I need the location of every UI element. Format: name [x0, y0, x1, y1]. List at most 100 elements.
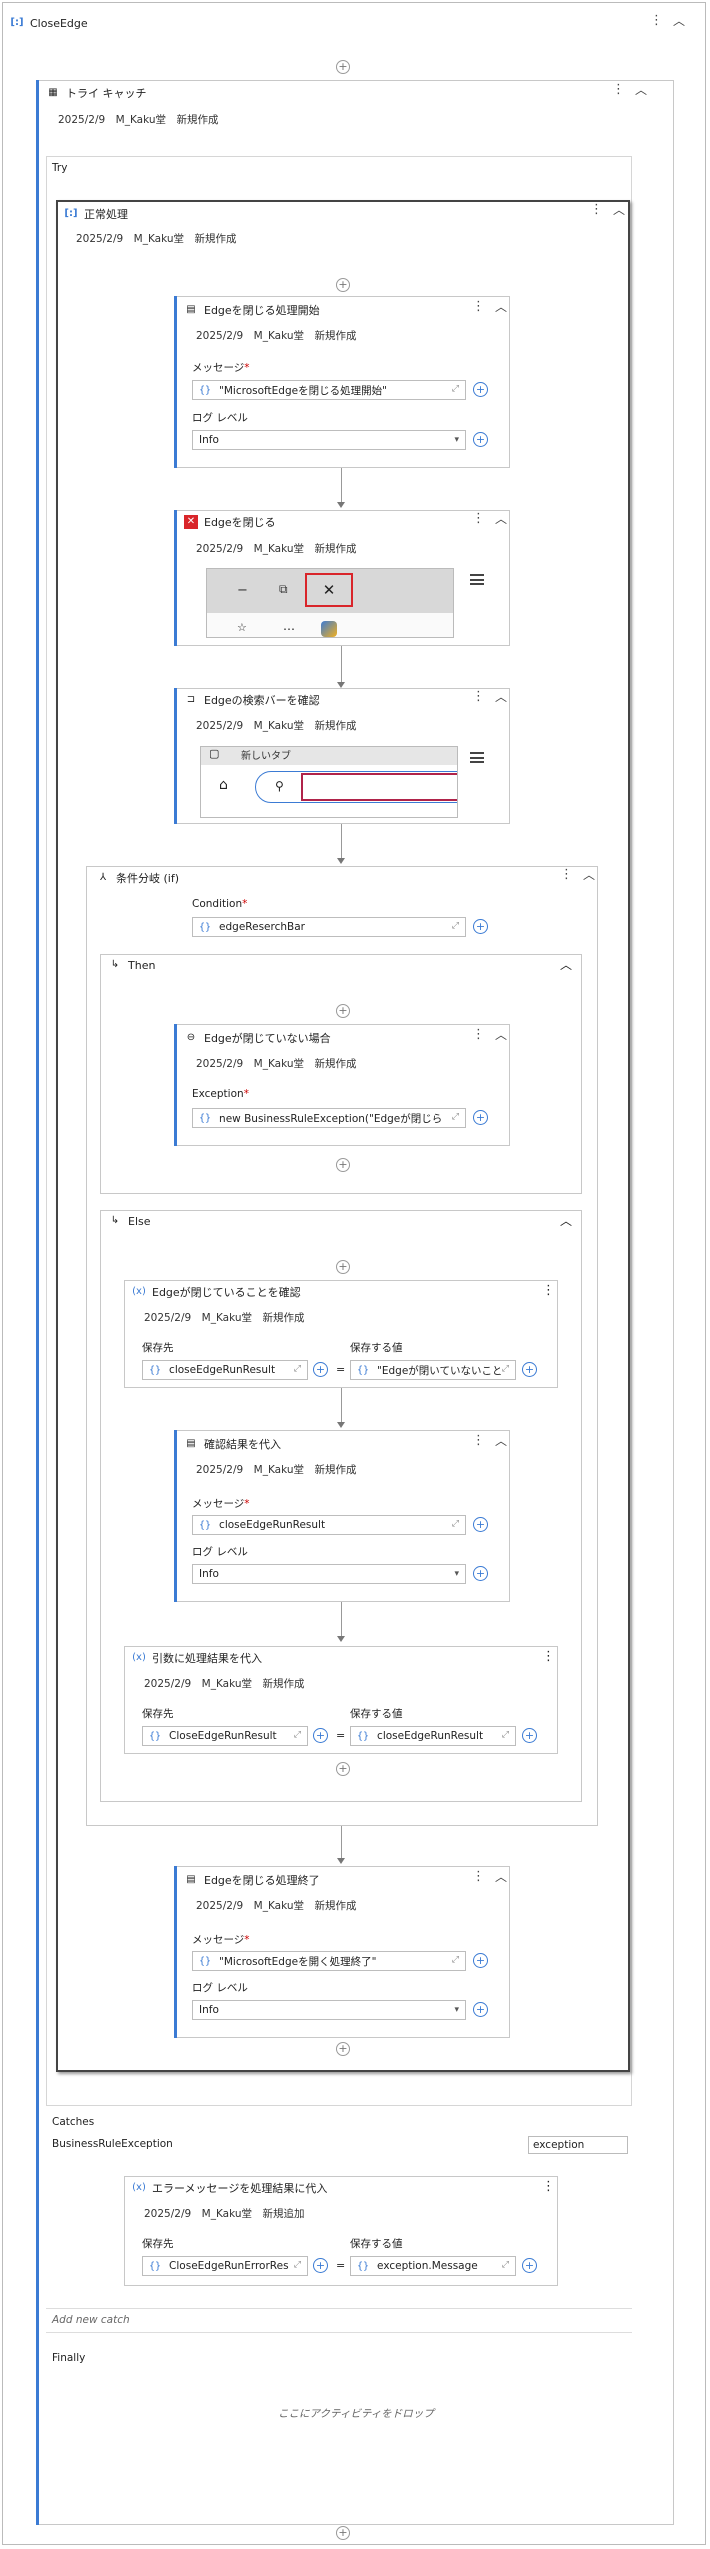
- add-field-button[interactable]: +: [473, 1566, 488, 1581]
- collapse-icon[interactable]: ︿: [495, 301, 507, 313]
- log-level-select[interactable]: Info ▾: [192, 430, 466, 450]
- add-field-button[interactable]: +: [313, 2258, 328, 2273]
- collapse-icon[interactable]: ︿: [560, 959, 572, 971]
- collapse-icon[interactable]: ︿: [495, 1871, 507, 1883]
- collapse-icon[interactable]: ︿: [495, 1435, 507, 1447]
- activity-controls[interactable]: ⋮ ︿: [472, 690, 507, 703]
- assign-header[interactable]: (x) Edgeが閉じていることを確認: [132, 1284, 301, 1300]
- assign-header[interactable]: (x) エラーメッセージを処理結果に代入: [132, 2180, 327, 2196]
- activity-controls[interactable]: ⋮ ︿: [472, 1870, 507, 1883]
- expand-icon[interactable]: ⤢: [452, 1955, 459, 1965]
- expand-icon[interactable]: ⤢: [449, 1112, 459, 1122]
- add-field-button[interactable]: +: [473, 432, 488, 447]
- add-activity-button[interactable]: +: [336, 1004, 350, 1018]
- collapse-icon[interactable]: ︿: [613, 204, 625, 216]
- log-header[interactable]: ▤ Edgeを閉じる処理開始: [184, 302, 319, 318]
- log-header[interactable]: ▤ 確認結果を代入: [184, 1436, 281, 1452]
- if-header[interactable]: ⅄ 条件分岐 (if): [96, 870, 179, 886]
- activity-controls[interactable]: ⋮ ︿: [472, 1434, 507, 1447]
- more-icon[interactable]: ⋮: [542, 2180, 555, 2193]
- menu-icon[interactable]: [470, 752, 484, 763]
- to-field[interactable]: {} closeEdgeRunResult ⤢: [142, 1360, 308, 1380]
- message-field[interactable]: {} "MicrosoftEdgeを閉じる処理開始" ⤢: [192, 380, 466, 400]
- add-activity-button[interactable]: +: [336, 1158, 350, 1172]
- try-catch-controls[interactable]: ⋮ ︿: [612, 83, 647, 96]
- collapse-icon[interactable]: ︿: [673, 15, 685, 27]
- more-icon[interactable]: ⋮: [472, 512, 485, 525]
- more-icon[interactable]: ⋮: [560, 868, 573, 881]
- add-field-button[interactable]: +: [313, 1362, 328, 1377]
- add-activity-button[interactable]: +: [336, 2526, 350, 2540]
- more-icon[interactable]: ⋮: [472, 1870, 485, 1883]
- value-field[interactable]: {} closeEdgeRunResult ⤢: [350, 1726, 516, 1746]
- message-field[interactable]: {} closeEdgeRunResult ⤢: [192, 1515, 466, 1535]
- collapse-icon[interactable]: ︿: [635, 84, 647, 96]
- add-field-button[interactable]: +: [313, 1728, 328, 1743]
- expand-icon[interactable]: ⤢: [294, 1730, 301, 1740]
- else-header[interactable]: ↳ Else: [108, 1214, 151, 1228]
- activity-controls[interactable]: ⋮ ︿: [472, 300, 507, 313]
- message-field[interactable]: {} "MicrosoftEdgeを開く処理終了" ⤢: [192, 1951, 466, 1971]
- value-field[interactable]: {} exception.Message ⤢: [350, 2256, 516, 2276]
- add-activity-button[interactable]: +: [336, 60, 350, 74]
- add-activity-button[interactable]: +: [336, 1762, 350, 1776]
- expand-icon[interactable]: ⤢: [452, 1519, 459, 1529]
- more-icon[interactable]: ⋮: [472, 690, 485, 703]
- condition-field[interactable]: {} edgeReserchBar ⤢: [192, 917, 466, 937]
- expand-icon[interactable]: ⤢: [452, 384, 459, 394]
- activity-controls[interactable]: ⋮ ︿: [472, 1028, 507, 1041]
- more-icon[interactable]: ⋮: [472, 1434, 485, 1447]
- add-new-catch[interactable]: Add new catch: [52, 2314, 130, 2326]
- add-field-button[interactable]: +: [473, 2002, 488, 2017]
- add-field-button[interactable]: +: [473, 919, 488, 934]
- log-header[interactable]: ▤ Edgeを閉じる処理終了: [184, 1872, 319, 1888]
- expand-icon[interactable]: ⤢: [502, 2260, 509, 2270]
- expand-icon[interactable]: ⤢: [294, 1364, 301, 1374]
- root-header[interactable]: [:] CloseEdge: [10, 16, 87, 30]
- add-field-button[interactable]: +: [473, 1110, 488, 1125]
- expand-icon[interactable]: ⤢: [291, 2260, 301, 2270]
- expand-icon[interactable]: ⤢: [499, 1364, 509, 1374]
- to-field[interactable]: {} CloseEdgeRunErrorRes ⤢: [142, 2256, 308, 2276]
- expand-icon[interactable]: ⤢: [502, 1730, 509, 1740]
- more-icon[interactable]: ⋮: [472, 1028, 485, 1041]
- throw-header[interactable]: ⊖ Edgeが閉じていない場合: [184, 1030, 331, 1046]
- collapse-icon[interactable]: ︿: [495, 691, 507, 703]
- log-level-select[interactable]: Info ▾: [192, 2000, 466, 2020]
- exception-field[interactable]: {} new BusinessRuleException("Edgeが閉じら ⤢: [192, 1108, 466, 1128]
- collapse-icon[interactable]: ︿: [495, 1029, 507, 1041]
- close-header[interactable]: ✕ Edgeを閉じる: [184, 514, 276, 530]
- menu-icon[interactable]: [470, 574, 484, 585]
- more-icon[interactable]: ⋮: [650, 14, 663, 27]
- add-field-button[interactable]: +: [522, 1728, 537, 1743]
- to-field[interactable]: {} CloseEdgeRunResult ⤢: [142, 1726, 308, 1746]
- value-field[interactable]: {} "Edgeが閉いていないこと ⤢: [350, 1360, 516, 1380]
- exception-variable-field[interactable]: exception: [528, 2136, 628, 2154]
- check-header[interactable]: ⊐ Edgeの検索バーを確認: [184, 692, 320, 708]
- activity-controls[interactable]: ⋮ ︿: [560, 868, 595, 881]
- collapse-icon[interactable]: ︿: [495, 513, 507, 525]
- log-level-select[interactable]: Info ▾: [192, 1564, 466, 1584]
- collapse-icon[interactable]: ︿: [560, 1215, 572, 1227]
- add-activity-button[interactable]: +: [336, 278, 350, 292]
- more-icon[interactable]: ⋮: [542, 1650, 555, 1663]
- add-activity-button[interactable]: +: [336, 2042, 350, 2056]
- more-icon[interactable]: ⋮: [590, 203, 603, 216]
- add-field-button[interactable]: +: [522, 2258, 537, 2273]
- root-controls[interactable]: ⋮ ︿: [650, 14, 685, 27]
- assign-header[interactable]: (x) 引数に処理結果を代入: [132, 1650, 262, 1666]
- expand-icon[interactable]: ⤢: [452, 921, 459, 931]
- more-icon[interactable]: ⋮: [472, 300, 485, 313]
- add-field-button[interactable]: +: [522, 1362, 537, 1377]
- add-field-button[interactable]: +: [473, 1517, 488, 1532]
- sequence-controls[interactable]: ⋮ ︿: [590, 203, 625, 216]
- then-header[interactable]: ↳ Then: [108, 958, 156, 972]
- add-activity-button[interactable]: +: [336, 1260, 350, 1274]
- exception-type[interactable]: BusinessRuleException: [52, 2138, 173, 2150]
- collapse-icon[interactable]: ︿: [583, 869, 595, 881]
- sequence-header[interactable]: [:] 正常処理: [64, 206, 128, 222]
- more-icon[interactable]: ⋮: [542, 1284, 555, 1297]
- add-field-button[interactable]: +: [473, 382, 488, 397]
- activity-controls[interactable]: ⋮ ︿: [472, 512, 507, 525]
- drop-hint[interactable]: ここにアクティビティをドロップ: [278, 2406, 434, 2421]
